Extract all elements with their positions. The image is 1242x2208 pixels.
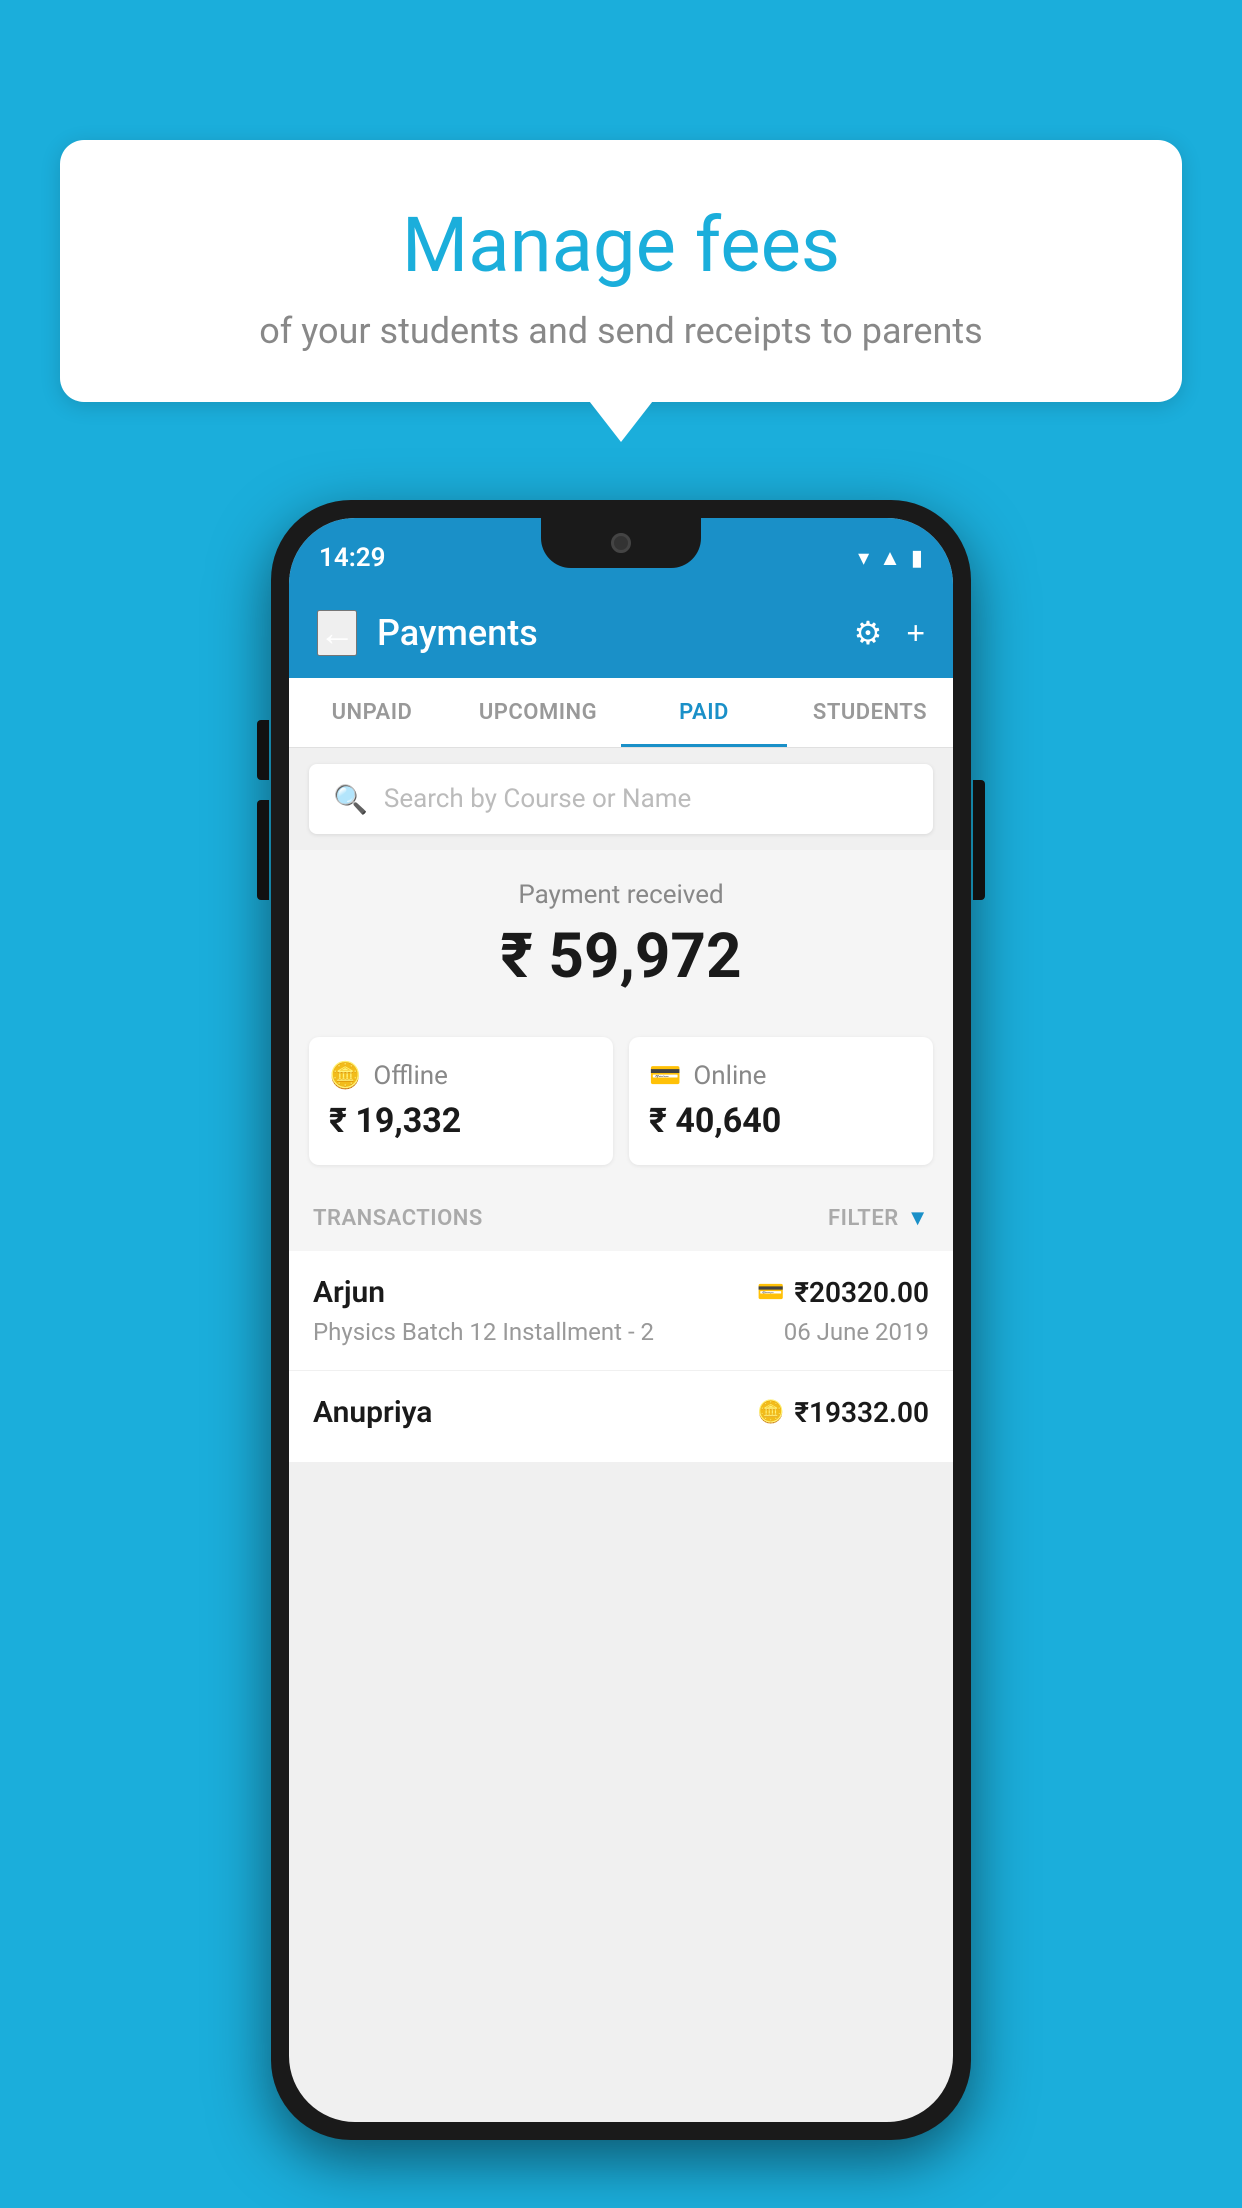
search-icon: 🔍 <box>333 783 368 816</box>
phone-screen: 14:29 ▾ ▲ ▮ ← Payments ⚙ <box>289 518 953 2122</box>
payment-type-icon-anupriya: 🪙 <box>757 1400 784 1425</box>
filter-icon: ▼ <box>907 1205 929 1231</box>
phone-mockup: 14:29 ▾ ▲ ▮ ← Payments ⚙ <box>271 500 971 2140</box>
online-amount: ₹ 40,640 <box>649 1101 913 1141</box>
filter-label: FILTER <box>828 1206 899 1231</box>
transaction-course-arjun: Physics Batch 12 Installment - 2 <box>313 1318 654 1346</box>
status-time: 14:29 <box>319 543 386 573</box>
transaction-top-anupriya: Anupriya 🪙 ₹19332.00 <box>313 1395 929 1430</box>
payment-summary: Payment received ₹ 59,972 <box>289 850 953 1017</box>
transaction-name-arjun: Arjun <box>313 1275 385 1310</box>
page-title: Payments <box>377 612 834 654</box>
online-card: 💳 Online ₹ 40,640 <box>629 1037 933 1165</box>
transaction-name-anupriya: Anupriya <box>313 1395 432 1430</box>
phone-outer: 14:29 ▾ ▲ ▮ ← Payments ⚙ <box>271 500 971 2140</box>
volume-down-button <box>257 800 269 860</box>
transaction-amount-arjun: ₹20320.00 <box>794 1276 929 1309</box>
status-icons: ▾ ▲ ▮ <box>858 545 923 571</box>
transaction-amount-anupriya: ₹19332.00 <box>794 1396 929 1429</box>
tab-unpaid[interactable]: UNPAID <box>289 678 455 747</box>
offline-card: 🪙 Offline ₹ 19,332 <box>309 1037 613 1165</box>
search-input[interactable]: Search by Course or Name <box>384 784 691 814</box>
offline-card-header: 🪙 Offline <box>329 1061 593 1091</box>
payment-cards: 🪙 Offline ₹ 19,332 💳 Online ₹ 40,640 <box>289 1017 953 1185</box>
offline-icon: 🪙 <box>329 1061 361 1091</box>
transactions-label: TRANSACTIONS <box>313 1206 483 1231</box>
transaction-amount-wrap-anupriya: 🪙 ₹19332.00 <box>757 1396 929 1429</box>
plus-icon: + <box>906 615 925 651</box>
wifi-icon: ▾ <box>858 546 869 571</box>
tab-students[interactable]: STUDENTS <box>787 678 953 747</box>
tab-paid[interactable]: PAID <box>621 678 787 747</box>
volume-up-button <box>257 720 269 780</box>
signal-icon: ▲ <box>879 545 901 571</box>
transactions-header: TRANSACTIONS FILTER ▼ <box>289 1185 953 1251</box>
tab-upcoming[interactable]: UPCOMING <box>455 678 621 747</box>
online-icon: 💳 <box>649 1061 681 1091</box>
transaction-date-arjun: 06 June 2019 <box>784 1318 929 1346</box>
transaction-top-arjun: Arjun 💳 ₹20320.00 <box>313 1275 929 1310</box>
app-header: ← Payments ⚙ + <box>289 588 953 678</box>
offline-amount: ₹ 19,332 <box>329 1101 593 1141</box>
filter-button[interactable]: FILTER ▼ <box>828 1205 929 1231</box>
tooltip-bubble: Manage fees of your students and send re… <box>60 140 1182 402</box>
tab-bar: UNPAID UPCOMING PAID STUDENTS <box>289 678 953 748</box>
search-bar[interactable]: 🔍 Search by Course or Name <box>309 764 933 834</box>
online-card-header: 💳 Online <box>649 1061 913 1091</box>
add-button[interactable]: + <box>906 615 925 652</box>
tooltip-subtitle: of your students and send receipts to pa… <box>110 310 1132 352</box>
transaction-list: Arjun 💳 ₹20320.00 Physics Batch 12 Insta… <box>289 1251 953 1463</box>
payment-total-amount: ₹ 59,972 <box>309 920 933 993</box>
payment-type-icon-arjun: 💳 <box>757 1280 784 1305</box>
transaction-row[interactable]: Arjun 💳 ₹20320.00 Physics Batch 12 Insta… <box>289 1251 953 1371</box>
camera <box>611 533 631 553</box>
transaction-amount-wrap-arjun: 💳 ₹20320.00 <box>757 1276 929 1309</box>
phone-notch <box>541 518 701 568</box>
gear-icon: ⚙ <box>854 615 883 651</box>
back-button[interactable]: ← <box>317 610 357 656</box>
transaction-bottom-arjun: Physics Batch 12 Installment - 2 06 June… <box>313 1318 929 1346</box>
payment-received-label: Payment received <box>309 880 933 910</box>
screen-content: 14:29 ▾ ▲ ▮ ← Payments ⚙ <box>289 518 953 2122</box>
header-icons: ⚙ + <box>854 614 925 652</box>
battery-icon: ▮ <box>911 546 923 571</box>
online-label: Online <box>693 1061 766 1091</box>
offline-label: Offline <box>373 1061 448 1091</box>
transaction-row[interactable]: Anupriya 🪙 ₹19332.00 <box>289 1371 953 1463</box>
tooltip-title: Manage fees <box>110 200 1132 290</box>
settings-button[interactable]: ⚙ <box>854 614 883 652</box>
